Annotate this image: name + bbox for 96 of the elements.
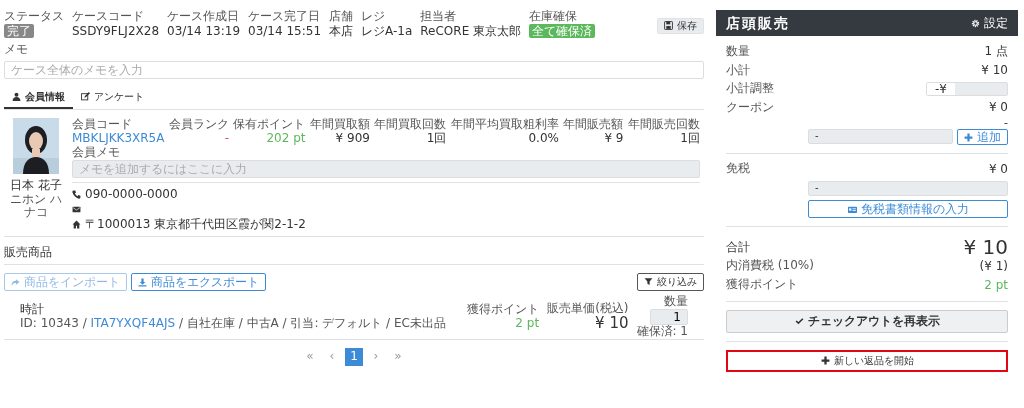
field-label: 店舗 [329,10,353,24]
memo-label: メモ [4,42,29,57]
summary-label: 小計 [726,63,750,78]
field-value: ReCORE 東京太郎 [420,23,522,38]
section-title: 販売商品 [4,245,52,260]
stat-value: 1回 [679,131,700,147]
new-return-button[interactable]: 新しい返品を開始 [726,349,1008,372]
tax-free-select[interactable]: - [808,181,1008,196]
memo-label: 会員メモ [72,146,121,161]
check-icon [794,317,804,327]
tax-free-document-button[interactable]: 免税書類情報の入力 [808,200,1008,219]
total-label: 合計 [726,239,750,255]
panel-title: 店頭販売 [726,14,790,32]
points-label: 獲得ポイント [467,302,540,317]
field-label: 在庫確保 [529,10,579,24]
gear-icon [971,18,980,28]
save-icon [664,21,673,30]
summary-value: ¥ 10 [981,63,1008,78]
summary-label: 免税 [726,162,750,177]
plus-icon [964,132,973,142]
summary-label: クーポン [726,100,774,115]
export-button[interactable]: 商品をエクスポート [131,272,266,291]
stat-label: 会員ランク [168,117,229,132]
total-value: ¥ 10 [963,235,1008,260]
stat-label: 年間平均買取粗利率 [450,117,559,132]
member-code-link[interactable]: MBKLJKK3XR5A [72,131,165,147]
price-value: ¥ 10 [594,316,629,332]
user-icon [12,91,21,101]
field-value: 03/14 15:51 [248,23,321,38]
stat-label: 年間販売回数 [627,117,700,132]
envelope-icon [72,205,81,215]
plus-icon [820,355,830,365]
address: 〒1000013 東京都千代田区霞が関2-1-2 [85,217,306,232]
field-label: レジ [361,10,386,24]
summary-value: ¥ 0 [988,100,1008,115]
field-value: 本店 [329,23,353,38]
tax-label: 内消費税 (10%) [726,259,814,275]
quantity-field[interactable]: 1 [650,308,688,325]
coupon-select[interactable]: - [808,128,953,144]
stat-value: 202 pt [265,131,306,147]
tab[interactable]: アンケート [73,86,152,109]
field-value: SSDY9FLJ2X28 [72,23,160,38]
download-icon [138,277,147,287]
page-link[interactable]: 1 [345,347,363,366]
share-icon [11,277,20,287]
stat-label: 保有ポイント [233,117,306,132]
tab[interactable]: 会員情報 [4,86,73,109]
filter-button[interactable]: 絞り込み [637,272,704,291]
stat-value: 0.0% [527,131,559,147]
points-value: 2 pt [984,278,1008,293]
coupon-note: - [1002,119,1008,129]
member-memo-field[interactable]: メモを追加するにはここに入力 [72,160,700,179]
stat-label: 年間買取回数 [374,117,447,132]
field-label: ケース完了日 [248,10,321,24]
stat-value: 1回 [425,131,447,147]
member-name: 日本 花子 [9,177,63,193]
field-value: レジA-1a [361,23,413,38]
stat-value: - [223,131,229,147]
settings-link[interactable]: 設定 [971,15,1008,31]
field-value: 03/14 13:19 [167,23,241,38]
summary-label: 数量 [726,44,750,59]
points-value: 2 pt [514,316,540,331]
summary-value: 1 点 [984,44,1008,59]
status-badge: 完了 [4,23,34,38]
id-card-icon [847,205,857,214]
phone-icon [72,190,81,200]
field-label: ケースコード [72,10,145,24]
checkout-button[interactable]: チェックアウトを再表示 [726,309,1008,333]
filter-icon [644,276,653,286]
quantity-label: 数量 [663,294,688,309]
summary-value: ¥ 0 [988,162,1008,177]
stat-label: 年間販売額 [563,117,624,132]
price-label: 販売単価(税込) [547,302,629,316]
member-kana: ニホン ハナコ [9,192,63,221]
field-label: 担当者 [420,10,458,24]
save-button[interactable]: 保存 [657,18,704,34]
phone-number: 090-0000-0000 [85,187,178,202]
adjust-field[interactable]: -¥ [926,82,1008,96]
field-label: ステータス [4,10,64,24]
status-badge: 全て確保済 [529,23,596,38]
reserved-count: 確保済: 1 [636,324,688,339]
tax-value: (¥ 1) [979,259,1008,275]
add-button[interactable]: 追加 [957,128,1008,145]
field-label: ケース作成日 [167,10,241,24]
points-label: 獲得ポイント [726,278,798,293]
product-name: 時計 [20,302,45,318]
product-meta: ID: 10343 / ITA7YXQF4AJS / 自社在庫 / 中古A / 引当: デフォルト / EC未出品 [20,317,447,332]
summary-label: 小計調整 [726,82,774,96]
home-icon [72,220,81,230]
stat-label: 年間買取額 [309,117,370,132]
stat-value: ¥ 909 [334,131,370,147]
product-code-link[interactable]: ITA7YXQF4AJS [90,316,176,331]
edit-icon [81,91,90,101]
memo-field[interactable]: ケース全体のメモを入力 [4,60,704,79]
stat-value: ¥ 9 [603,131,624,147]
stat-label: 会員コード [72,117,133,132]
